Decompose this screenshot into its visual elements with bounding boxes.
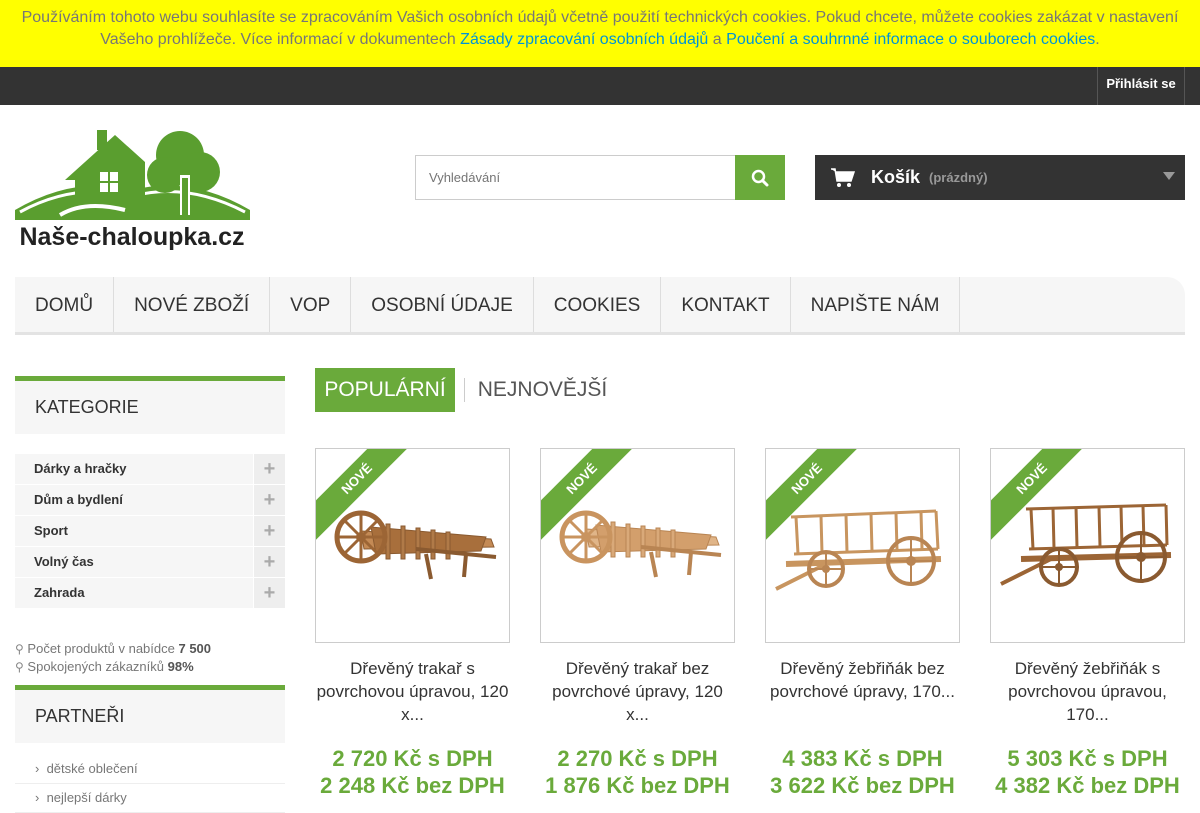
product-image[interactable]: Nové — [315, 448, 510, 643]
nav-item-cookies[interactable]: Cookies — [534, 277, 662, 332]
map-marker-icon: ⚲ — [15, 642, 24, 656]
nav-item-write-us[interactable]: Napište nám — [791, 277, 961, 332]
product-card: Nové Dřevěný žebřiňák s povrchovou úprav… — [990, 448, 1185, 799]
product-card: Nové Dřevěný trakař s povrchovou úpravou… — [315, 448, 510, 799]
expand-plus-icon[interactable]: + — [254, 454, 285, 484]
chevron-down-icon — [1163, 172, 1175, 180]
product-prices: 2 720 Kč s DPH 2 248 Kč bez DPH — [315, 745, 510, 799]
chevron-right-icon: › — [35, 761, 40, 776]
product-name[interactable]: Dřevěný žebřiňák bez povrchové úpravy, 1… — [765, 657, 960, 727]
cart-status: (prázdný) — [929, 170, 988, 185]
category-item[interactable]: Zahrada + — [15, 578, 285, 609]
price-with-vat: 2 720 Kč s DPH — [332, 746, 493, 771]
chevron-right-icon: › — [35, 790, 40, 805]
partner-link[interactable]: › nejlepší dárky — [15, 784, 285, 813]
login-button[interactable]: Přihlásit se — [1097, 67, 1185, 105]
price-with-vat: 2 270 Kč s DPH — [557, 746, 718, 771]
logo-house-icon: Naše-chaloupka.cz — [15, 130, 250, 251]
category-label: Sport — [34, 523, 68, 538]
category-label: Volný čas — [34, 554, 94, 569]
product-name[interactable]: Dřevěný trakař s povrchovou úpravou, 120… — [315, 657, 510, 727]
cookie-period: . — [1095, 31, 1100, 48]
search-input[interactable] — [415, 155, 735, 200]
tab-divider — [464, 378, 465, 402]
site-logo[interactable]: Naše-chaloupka.cz — [15, 120, 250, 255]
product-card: Nové Dřevěný trakař bez povrchové úpravy… — [540, 448, 735, 799]
product-image[interactable]: Nové — [765, 448, 960, 643]
product-image[interactable]: Nové — [990, 448, 1185, 643]
tab-newest[interactable]: Nejnovější — [470, 368, 615, 412]
partner-label: nejlepší dárky — [46, 790, 127, 805]
price-without-vat: 3 622 Kč bez DPH — [770, 773, 955, 798]
category-label: Dárky a hračky — [34, 461, 127, 476]
map-marker-icon: ⚲ — [15, 660, 24, 674]
partner-label: dětské oblečení — [46, 761, 138, 776]
product-name[interactable]: Dřevěný trakař bez povrchové úpravy, 120… — [540, 657, 735, 727]
stat-customers-label: Spokojených zákazníků — [27, 659, 165, 674]
category-item[interactable]: Dům a bydlení + — [15, 485, 285, 516]
nav-item-personal-data[interactable]: Osobní údaje — [351, 277, 534, 332]
partners-heading: Partneři — [15, 685, 285, 743]
main-navigation: Domů Nové zboží VOP Osobní údaje Cookies… — [15, 277, 1185, 335]
privacy-policy-link[interactable]: Zásady zpracování osobních údajů — [460, 31, 708, 48]
stat-customers: ⚲ Spokojených zákazníků 98% — [15, 658, 211, 676]
partner-link[interactable]: › dětské oblečení — [15, 755, 285, 784]
product-prices: 2 270 Kč s DPH 1 876 Kč bez DPH — [540, 745, 735, 799]
top-bar: Přihlásit se — [0, 67, 1200, 105]
category-label: Dům a bydlení — [34, 492, 123, 507]
shop-stats: ⚲ Počet produktů v nabídce 7 500 ⚲ Spoko… — [15, 640, 211, 676]
cart-button[interactable]: Košík (prázdný) — [815, 155, 1185, 200]
product-prices: 4 383 Kč s DPH 3 622 Kč bez DPH — [765, 745, 960, 799]
product-image[interactable]: Nové — [540, 448, 735, 643]
cookie-and: a — [712, 31, 722, 48]
expand-plus-icon[interactable]: + — [254, 547, 285, 577]
search-button[interactable] — [735, 155, 785, 200]
price-without-vat: 4 382 Kč bez DPH — [995, 773, 1180, 798]
stat-products-label: Počet produktů v nabídce — [27, 641, 175, 656]
nav-item-terms[interactable]: VOP — [270, 277, 352, 332]
product-name[interactable]: Dřevěný žebřiňák s povrchovou úpravou, 1… — [990, 657, 1185, 727]
stat-products: ⚲ Počet produktů v nabídce 7 500 — [15, 640, 211, 658]
price-with-vat: 5 303 Kč s DPH — [1007, 746, 1168, 771]
tab-popular[interactable]: Populární — [315, 368, 455, 412]
expand-plus-icon[interactable]: + — [254, 516, 285, 546]
category-item[interactable]: Dárky a hračky + — [15, 454, 285, 485]
logo-text: Naše-chaloupka.cz — [19, 223, 244, 251]
nav-item-contact[interactable]: Kontakt — [661, 277, 791, 332]
cookie-consent-bar: Používáním tohoto webu souhlasíte se zpr… — [0, 0, 1200, 67]
price-without-vat: 1 876 Kč bez DPH — [545, 773, 730, 798]
stat-products-value: 7 500 — [178, 641, 212, 656]
category-list: Dárky a hračky + Dům a bydlení + Sport + Vo… — [15, 454, 285, 609]
categories-heading: Kategorie — [15, 376, 285, 434]
product-prices: 5 303 Kč s DPH 4 382 Kč bez DPH — [990, 745, 1185, 799]
expand-plus-icon[interactable]: + — [254, 485, 285, 515]
partner-list: › dětské oblečení › nejlepší dárky — [15, 755, 285, 813]
nav-item-new-products[interactable]: Nové zboží — [114, 277, 271, 332]
stat-customers-value: 98% — [167, 659, 194, 674]
nav-item-home[interactable]: Domů — [15, 277, 115, 332]
price-with-vat: 4 383 Kč s DPH — [782, 746, 943, 771]
category-item[interactable]: Volný čas + — [15, 547, 285, 578]
category-label: Zahrada — [34, 585, 85, 600]
cookies-info-link[interactable]: Poučení a souhrnné informace o souborech… — [726, 31, 1095, 48]
expand-plus-icon[interactable]: + — [254, 578, 285, 608]
shopping-cart-icon — [831, 167, 855, 187]
cart-label: Košík — [871, 167, 921, 187]
price-without-vat: 2 248 Kč bez DPH — [320, 773, 505, 798]
product-card: Nové Dřevěný žebřiňák bez povrchové úpra… — [765, 448, 960, 799]
category-item[interactable]: Sport + — [15, 516, 285, 547]
search-icon — [751, 169, 769, 186]
